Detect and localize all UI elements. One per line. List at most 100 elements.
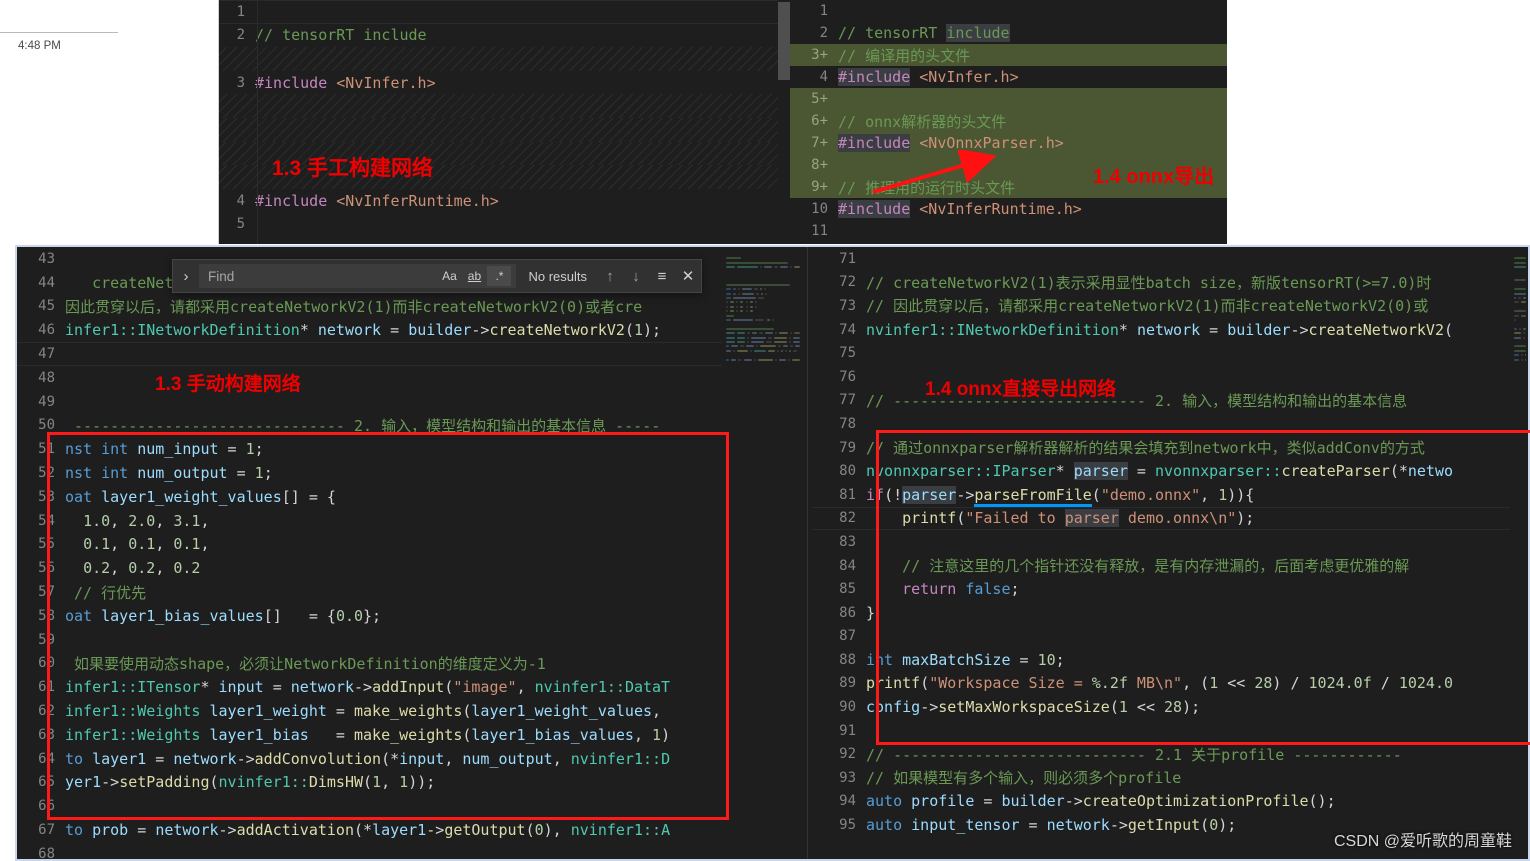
editor-split-divider[interactable] bbox=[807, 247, 808, 859]
code-line[interactable]: 52 nst int num_output = 1; bbox=[17, 461, 722, 485]
top-left-diff-editor[interactable]: 1 2 // tensorRT include 3 #include <NvInfer.… bbox=[218, 0, 778, 244]
code-text: nst int num_output = 1; bbox=[65, 464, 273, 483]
code-line[interactable]: 78 bbox=[812, 412, 1528, 436]
code-line[interactable]: 80 nvonnxparser::IParser* parser = nvonnx… bbox=[812, 459, 1528, 483]
code-line[interactable]: 68 bbox=[17, 842, 722, 859]
code-line[interactable]: 2 // tensorRT include bbox=[790, 22, 1227, 44]
code-line[interactable]: 92 // ---------------------------- 2.1 关于… bbox=[812, 742, 1528, 766]
top-left-scrollbar[interactable] bbox=[778, 0, 790, 244]
code-line[interactable]: 67 to prob = network->addActivation(*laye… bbox=[17, 818, 722, 842]
code-line[interactable]: 59 bbox=[17, 628, 722, 652]
code-line[interactable]: 5+ bbox=[790, 88, 1227, 110]
code-line[interactable]: 54 1.0, 2.0, 3.1, bbox=[17, 509, 722, 533]
code-line[interactable]: 65 yer1->setPadding(nvinfer1::DimsHW(1, 1… bbox=[17, 771, 722, 795]
code-line[interactable]: 55 0.1, 0.1, 0.1, bbox=[17, 533, 722, 557]
code-line[interactable]: 4 #include <NvInfer.h> bbox=[790, 66, 1227, 88]
close-find-icon[interactable]: ✕ bbox=[675, 263, 701, 289]
scrollbar-thumb[interactable] bbox=[778, 2, 790, 80]
find-next-icon[interactable]: ↓ bbox=[623, 263, 649, 289]
code-line[interactable]: 83 bbox=[812, 530, 1528, 554]
minimap-line bbox=[788, 358, 791, 361]
bottom-editor-window[interactable]: 43 44 createNetw 45 因此贯穿以后，请都采用createNetwor… bbox=[15, 245, 1530, 861]
code-line[interactable]: 85 return false; bbox=[812, 577, 1528, 601]
code-line[interactable]: 63 infer1::Weights layer1_bias = make_wei… bbox=[17, 723, 722, 747]
line-number: 59 bbox=[38, 631, 55, 648]
top-left-code-lines[interactable]: 1 2 // tensorRT include 3 #include <NvInfer.… bbox=[219, 0, 778, 244]
code-line[interactable]: 6+ // onnx解析器的头文件 bbox=[790, 110, 1227, 132]
code-line[interactable]: 47 bbox=[17, 342, 722, 366]
code-line[interactable]: 49 bbox=[17, 390, 722, 414]
whole-word-icon[interactable]: ab bbox=[462, 266, 486, 286]
code-text: } bbox=[866, 603, 876, 622]
bottom-left-minimap[interactable] bbox=[722, 247, 807, 859]
code-line[interactable]: 64 to layer1 = network->addConvolution(*i… bbox=[17, 747, 722, 771]
code-line[interactable]: 86} bbox=[812, 601, 1528, 625]
code-line[interactable]: 75 bbox=[812, 341, 1528, 365]
code-line[interactable]: 51 nst int num_input = 1; bbox=[17, 437, 722, 461]
code-line[interactable]: 90 config->setMaxWorkspaceSize(1 << 28); bbox=[812, 695, 1528, 719]
code-line[interactable]: 87 bbox=[812, 625, 1528, 649]
bottom-right-code-lines[interactable]: 71 72 // createNetworkV2(1)表示采用显性batch siz… bbox=[812, 247, 1528, 859]
code-line[interactable]: 5 bbox=[219, 212, 778, 236]
code-line[interactable]: 84 // 注意这里的几个指针还没有释放，是有内存泄漏的，后面考虑更优雅的解 bbox=[812, 554, 1528, 578]
code-line[interactable]: 7+ #include <NvOnnxParser.h> bbox=[790, 132, 1227, 154]
code-line[interactable]: 53 oat layer1_weight_values[] = { bbox=[17, 485, 722, 509]
find-in-selection-icon[interactable]: ≡ bbox=[649, 263, 675, 289]
use-regex-icon[interactable]: .* bbox=[487, 266, 512, 286]
code-line[interactable]: 91 bbox=[812, 719, 1528, 743]
code-line[interactable] bbox=[219, 117, 778, 142]
minimap-line bbox=[773, 336, 788, 339]
line-number: 85 bbox=[839, 581, 856, 598]
minimap-line bbox=[738, 288, 741, 291]
code-line[interactable]: 77// ---------------------------- 2. 输入，… bbox=[812, 389, 1528, 413]
code-line[interactable]: 10 #include <NvInferRuntime.h> bbox=[790, 198, 1227, 220]
code-line[interactable]: 81 if(!parser->parseFromFile("demo.onnx",… bbox=[812, 483, 1528, 507]
code-line[interactable]: 71 bbox=[812, 247, 1528, 271]
code-line[interactable]: 62 infer1::Weights layer1_weight = make_w… bbox=[17, 699, 722, 723]
code-line[interactable]: 74 nvinfer1::INetworkDefinition* network … bbox=[812, 318, 1528, 342]
find-widget[interactable]: › Find Aa ab .* No results ↑ ↓ ≡ ✕ bbox=[172, 259, 702, 293]
code-line[interactable]: 3+ // 编译用的头文件 bbox=[790, 44, 1227, 66]
code-line[interactable]: 4 #include <NvInferRuntime.h> bbox=[219, 189, 778, 213]
code-line[interactable]: 58 oat layer1_bias_values[] = {0.0}; bbox=[17, 604, 722, 628]
code-line[interactable]: 48 bbox=[17, 366, 722, 390]
minimap-line bbox=[726, 257, 741, 260]
code-line[interactable]: 76 bbox=[812, 365, 1528, 389]
code-line[interactable]: 82 printf("Failed to parser demo.onnx\n"… bbox=[812, 506, 1528, 531]
code-line[interactable]: 61 infer1::ITensor* input = network->addI… bbox=[17, 675, 722, 699]
top-right-diff-editor[interactable]: 1 2 // tensorRT include 3+ // 编译用的头文件 4 #inclu… bbox=[790, 0, 1227, 244]
code-line[interactable]: 66 bbox=[17, 794, 722, 818]
find-input[interactable]: Find Aa ab .* bbox=[199, 264, 517, 288]
code-line[interactable]: 89 printf("Workspace Size = %.2f MB\n", (… bbox=[812, 672, 1528, 696]
line-number: 6+ bbox=[811, 113, 828, 129]
code-line[interactable]: 79 // 通过onnxparser解析器解析的结果会填充到network中，类似… bbox=[812, 436, 1528, 460]
code-line[interactable]: 3 #include <NvInfer.h> bbox=[219, 71, 778, 95]
bottom-right-editor[interactable]: 71 72 // createNetworkV2(1)表示采用显性batch siz… bbox=[812, 247, 1528, 859]
top-right-code-lines[interactable]: 1 2 // tensorRT include 3+ // 编译用的头文件 4 #inclu… bbox=[790, 0, 1227, 244]
code-line[interactable]: 11 bbox=[790, 220, 1227, 242]
code-line[interactable]: 56 0.2, 0.2, 0.2 bbox=[17, 556, 722, 580]
code-line[interactable]: 72 // createNetworkV2(1)表示采用显性batch size，… bbox=[812, 271, 1528, 295]
minimap-line bbox=[782, 345, 789, 348]
minimap-line bbox=[745, 305, 748, 308]
code-line[interactable]: 1 bbox=[790, 0, 1227, 22]
bottom-left-code-lines[interactable]: 43 44 createNetw 45 因此贯穿以后，请都采用createNetwor… bbox=[17, 247, 722, 859]
code-line[interactable]: 93 // 如果模型有多个输入，则必须多个profile bbox=[812, 766, 1528, 790]
code-line[interactable]: 73 // 因此贯穿以后，请都采用createNetworkV2(1)而非crea… bbox=[812, 294, 1528, 318]
find-previous-icon[interactable]: ↑ bbox=[597, 263, 623, 289]
code-line[interactable]: 1 bbox=[219, 0, 778, 24]
code-line[interactable]: 94 auto profile = builder->createOptimiza… bbox=[812, 790, 1528, 814]
code-line[interactable]: 45 因此贯穿以后，请都采用createNetworkV2(1)而非createN… bbox=[17, 295, 722, 319]
bottom-left-editor[interactable]: 43 44 createNetw 45 因此贯穿以后，请都采用createNetwor… bbox=[17, 247, 722, 859]
code-line[interactable]: 60 如果要使用动态shape，必须让NetworkDefinition的维度定… bbox=[17, 652, 722, 676]
code-line[interactable] bbox=[219, 94, 778, 118]
code-line[interactable]: 50 ------------------------------ 2. 输入，… bbox=[17, 414, 722, 438]
toggle-replace-icon[interactable]: › bbox=[173, 268, 199, 285]
code-line[interactable]: 57 // 行优先 bbox=[17, 580, 722, 604]
bottom-right-minimap[interactable] bbox=[1510, 247, 1528, 859]
match-case-icon[interactable]: Aa bbox=[437, 266, 461, 286]
code-line[interactable]: 2 // tensorRT include bbox=[219, 24, 778, 48]
code-line[interactable]: 46 infer1::INetworkDefinition* network = … bbox=[17, 318, 722, 342]
code-line[interactable]: 88 int maxBatchSize = 10; bbox=[812, 648, 1528, 672]
code-line[interactable] bbox=[219, 47, 778, 71]
